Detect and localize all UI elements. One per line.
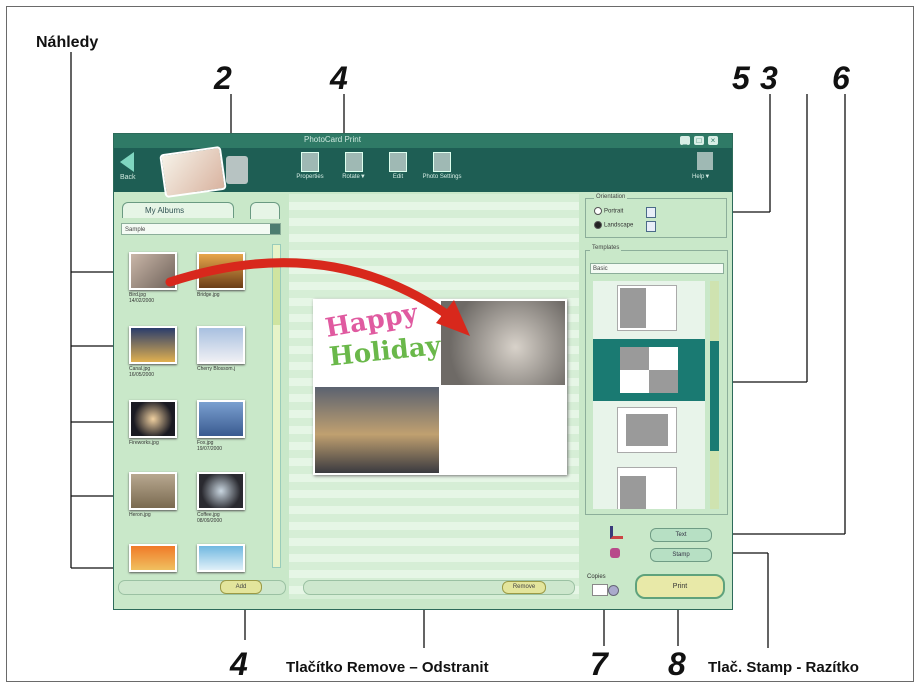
drag-arrow-path: [165, 258, 457, 323]
drag-arrow: [165, 258, 470, 336]
